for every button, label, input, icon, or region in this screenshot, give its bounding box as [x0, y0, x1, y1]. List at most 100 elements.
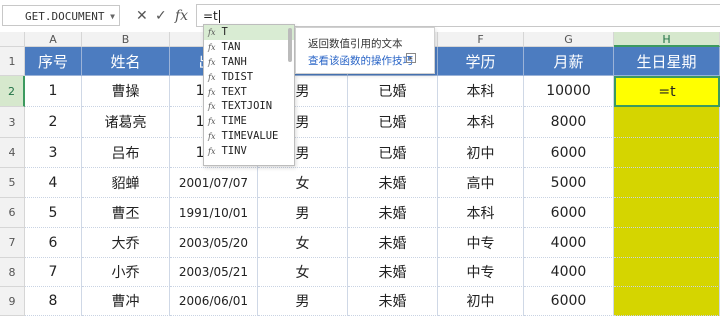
expand-icon[interactable]: ▸ — [406, 53, 416, 63]
autocomplete-item-label: TEXT — [221, 85, 247, 98]
cell-d6[interactable]: 男 — [258, 198, 348, 228]
cell-d8[interactable]: 女 — [258, 258, 348, 287]
cell-g5[interactable]: 5000 — [524, 168, 614, 198]
cell-a8[interactable]: 7 — [25, 258, 82, 287]
cell-f6[interactable]: 本科 — [438, 198, 524, 228]
row-header-8[interactable]: 8 — [0, 258, 25, 287]
autocomplete-item[interactable]: fx TINV — [204, 144, 294, 159]
cell-e7[interactable]: 未婚 — [348, 228, 438, 258]
cell-h9[interactable] — [614, 287, 720, 316]
cell-g7[interactable]: 4000 — [524, 228, 614, 258]
function-tips-link[interactable]: 查看该函数的操作技巧 — [308, 53, 413, 68]
header-cell-a[interactable]: 序号 — [25, 47, 82, 76]
column-header-f[interactable]: F — [438, 32, 524, 47]
cell-a5[interactable]: 4 — [25, 168, 82, 198]
cell-e9[interactable]: 未婚 — [348, 287, 438, 316]
row-header-3[interactable]: 3 — [0, 107, 25, 138]
cell-h3[interactable] — [614, 107, 720, 138]
cell-c5[interactable]: 2001/07/07 — [170, 168, 258, 198]
row-header-9[interactable]: 9 — [0, 287, 25, 316]
column-header-a[interactable]: A — [25, 32, 82, 47]
cell-e4[interactable]: 已婚 — [348, 138, 438, 168]
confirm-icon[interactable]: ✓ — [155, 6, 167, 26]
cell-b5[interactable]: 貂蝉 — [82, 168, 170, 198]
header-cell-b[interactable]: 姓名 — [82, 47, 170, 76]
cell-g8[interactable]: 4000 — [524, 258, 614, 287]
cell-a9[interactable]: 8 — [25, 287, 82, 316]
cell-b4[interactable]: 吕布 — [82, 138, 170, 168]
cell-a3[interactable]: 2 — [25, 107, 82, 138]
autocomplete-item[interactable]: fx TIME — [204, 114, 294, 129]
column-header-g[interactable]: G — [524, 32, 614, 47]
text-caret — [218, 10, 220, 23]
cell-d5[interactable]: 女 — [258, 168, 348, 198]
row-header-1[interactable]: 1 — [0, 47, 25, 76]
cell-f3[interactable]: 本科 — [438, 107, 524, 138]
cell-d7[interactable]: 女 — [258, 228, 348, 258]
cell-e5[interactable]: 未婚 — [348, 168, 438, 198]
cell-b6[interactable]: 曹丕 — [82, 198, 170, 228]
cell-c6[interactable]: 1991/10/01 — [170, 198, 258, 228]
function-autocomplete-list[interactable]: fx Tfx TAN fx TANH fx TDIST fx TEXT fx TEXTJOIN fx T… — [203, 24, 295, 166]
cell-c9[interactable]: 2006/06/01 — [170, 287, 258, 316]
cell-h5[interactable] — [614, 168, 720, 198]
chevron-down-icon[interactable]: ▼ — [110, 6, 115, 27]
cell-a4[interactable]: 3 — [25, 138, 82, 168]
autocomplete-item[interactable]: fx T — [204, 25, 294, 40]
cell-c7[interactable]: 2003/05/20 — [170, 228, 258, 258]
autocomplete-item[interactable]: fx TAN — [204, 40, 294, 55]
cell-f2[interactable]: 本科 — [438, 76, 524, 107]
cell-e8[interactable]: 未婚 — [348, 258, 438, 287]
header-cell-f[interactable]: 学历 — [438, 47, 524, 76]
column-header-b[interactable]: B — [82, 32, 170, 47]
autocomplete-scrollbar[interactable] — [288, 28, 292, 62]
cell-h8[interactable] — [614, 258, 720, 287]
autocomplete-item[interactable]: fx TEXTJOIN — [204, 99, 294, 114]
cell-g4[interactable]: 6000 — [524, 138, 614, 168]
select-all-corner[interactable] — [0, 32, 25, 47]
cell-g6[interactable]: 6000 — [524, 198, 614, 228]
cell-h6[interactable] — [614, 198, 720, 228]
autocomplete-item[interactable]: fx TIMEVALUE — [204, 129, 294, 144]
cell-h7[interactable] — [614, 228, 720, 258]
column-header-h[interactable]: H — [614, 32, 720, 47]
header-cell-g[interactable]: 月薪 — [524, 47, 614, 76]
row-header-2[interactable]: 2 — [0, 76, 25, 107]
cell-f4[interactable]: 初中 — [438, 138, 524, 168]
insert-function-icon[interactable]: fx — [175, 6, 188, 26]
autocomplete-item[interactable]: fx TEXT — [204, 85, 294, 100]
autocomplete-item[interactable]: fx TDIST — [204, 70, 294, 85]
name-box[interactable]: GET.DOCUMENT ▼ — [2, 5, 120, 26]
cell-f5[interactable]: 高中 — [438, 168, 524, 198]
cell-g3[interactable]: 8000 — [524, 107, 614, 138]
cell-g2[interactable]: 10000 — [524, 76, 614, 107]
autocomplete-item[interactable]: fx TANH — [204, 55, 294, 70]
cell-c8[interactable]: 2003/05/21 — [170, 258, 258, 287]
cancel-icon[interactable]: ✕ — [136, 6, 148, 26]
cell-h2[interactable]: =t — [614, 76, 720, 107]
cell-d9[interactable]: 男 — [258, 287, 348, 316]
cell-h4[interactable] — [614, 138, 720, 168]
cell-b7[interactable]: 大乔 — [82, 228, 170, 258]
row-header-5[interactable]: 5 — [0, 168, 25, 198]
autocomplete-item-label: TIMEVALUE — [221, 130, 279, 143]
row-header-7[interactable]: 7 — [0, 228, 25, 258]
cell-b9[interactable]: 曹冲 — [82, 287, 170, 316]
cell-b2[interactable]: 曹操 — [82, 76, 170, 107]
autocomplete-item-label: TDIST — [221, 70, 254, 83]
cell-b8[interactable]: 小乔 — [82, 258, 170, 287]
cell-a6[interactable]: 5 — [25, 198, 82, 228]
cell-f9[interactable]: 初中 — [438, 287, 524, 316]
row-header-4[interactable]: 4 — [0, 138, 25, 168]
cell-b3[interactable]: 诸葛亮 — [82, 107, 170, 138]
cell-e3[interactable]: 已婚 — [348, 107, 438, 138]
cell-a7[interactable]: 6 — [25, 228, 82, 258]
cell-e6[interactable]: 未婚 — [348, 198, 438, 228]
header-cell-h[interactable]: 生日星期 — [614, 47, 720, 76]
row-header-6[interactable]: 6 — [0, 198, 25, 228]
cell-g9[interactable]: 6000 — [524, 287, 614, 316]
cell-a2[interactable]: 1 — [25, 76, 82, 107]
cell-e2[interactable]: 已婚 — [348, 76, 438, 107]
cell-f7[interactable]: 中专 — [438, 228, 524, 258]
cell-f8[interactable]: 中专 — [438, 258, 524, 287]
